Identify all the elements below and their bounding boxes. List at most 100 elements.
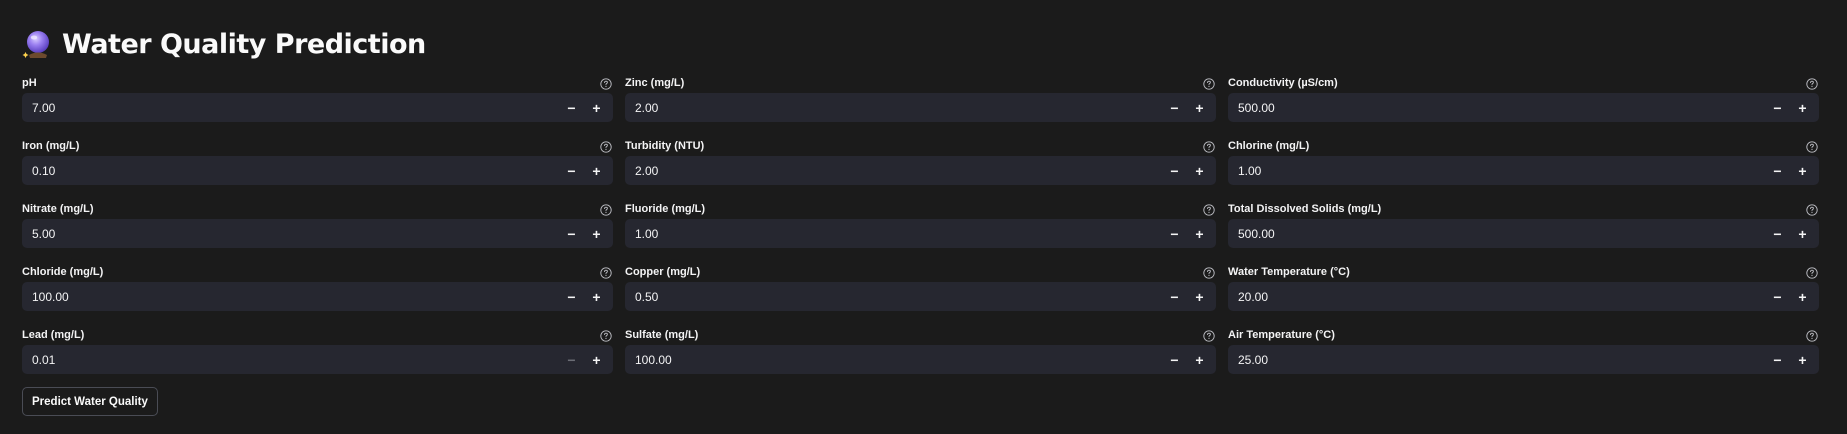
increment-button[interactable]: + [1187, 345, 1212, 374]
field-label: Air Temperature (°C) [1228, 329, 1335, 341]
number-input[interactable]: 2.00 [625, 101, 1162, 115]
question-circle-icon[interactable] [1806, 329, 1818, 342]
field-label-row: Nitrate (mg/L) [22, 198, 613, 220]
number-input-field: Fluoride (mg/L) 1.00− + [625, 198, 1216, 261]
number-input-box: 7.00− + [22, 93, 613, 122]
field-label-row: Total Dissolved Solids (mg/L) [1228, 198, 1819, 220]
app-root: Water Quality Prediction pH 7.00− + Zinc (m… [0, 0, 1847, 434]
decrement-button[interactable]: − [1765, 345, 1790, 374]
number-input-field: Sulfate (mg/L) 100.00− + [625, 324, 1216, 387]
number-input[interactable]: 0.01 [22, 353, 559, 367]
number-input[interactable]: 5.00 [22, 227, 559, 241]
number-input-box: 5.00− + [22, 219, 613, 248]
question-circle-icon[interactable] [600, 140, 612, 153]
decrement-button[interactable]: − [1765, 219, 1790, 248]
increment-button[interactable]: + [584, 345, 609, 374]
field-label-row: Copper (mg/L) [625, 261, 1216, 283]
decrement-button[interactable]: − [1162, 219, 1187, 248]
question-circle-icon[interactable] [1203, 140, 1215, 153]
number-input[interactable]: 0.10 [22, 164, 559, 178]
field-label: Conductivity (µS/cm) [1228, 77, 1338, 89]
field-label-row: Turbidity (NTU) [625, 135, 1216, 157]
field-label-row: Water Temperature (°C) [1228, 261, 1819, 283]
field-label-row: Sulfate (mg/L) [625, 324, 1216, 346]
increment-button[interactable]: + [1790, 93, 1815, 122]
decrement-button[interactable]: − [1162, 345, 1187, 374]
increment-button[interactable]: + [1790, 219, 1815, 248]
increment-button[interactable]: + [1790, 282, 1815, 311]
number-input[interactable]: 100.00 [22, 290, 559, 304]
number-input[interactable]: 25.00 [1228, 353, 1765, 367]
number-input-box: 20.00− + [1228, 282, 1819, 311]
field-label-row: Fluoride (mg/L) [625, 198, 1216, 220]
number-input[interactable]: 0.50 [625, 290, 1162, 304]
question-circle-icon[interactable] [1806, 203, 1818, 216]
decrement-button[interactable]: − [1765, 93, 1790, 122]
decrement-button[interactable]: − [1765, 282, 1790, 311]
question-circle-icon[interactable] [1203, 329, 1215, 342]
number-input-box: 0.10− + [22, 156, 613, 185]
number-input-field: Zinc (mg/L) 2.00− + [625, 72, 1216, 135]
decrement-button[interactable]: − [559, 345, 584, 374]
page-header: Water Quality Prediction [22, 24, 426, 64]
number-input[interactable]: 7.00 [22, 101, 559, 115]
number-input[interactable]: 2.00 [625, 164, 1162, 178]
decrement-button[interactable]: − [559, 219, 584, 248]
increment-button[interactable]: + [584, 282, 609, 311]
decrement-button[interactable]: − [1162, 93, 1187, 122]
number-input-box: 1.00− + [1228, 156, 1819, 185]
decrement-button[interactable]: − [559, 93, 584, 122]
question-circle-icon[interactable] [1203, 266, 1215, 279]
input-grid: pH 7.00− + Zinc (mg/L) 2.00− + Conductivity (µ… [22, 72, 1819, 387]
field-label: Turbidity (NTU) [625, 140, 705, 152]
decrement-button[interactable]: − [1162, 282, 1187, 311]
increment-button[interactable]: + [584, 93, 609, 122]
increment-button[interactable]: + [1790, 156, 1815, 185]
predict-button[interactable]: Predict Water Quality [22, 387, 158, 416]
question-circle-icon[interactable] [600, 203, 612, 216]
field-label: Chlorine (mg/L) [1228, 140, 1310, 152]
number-input-box: 100.00− + [22, 282, 613, 311]
number-input-box: 500.00− + [1228, 219, 1819, 248]
number-input-box: 0.01− + [22, 345, 613, 374]
question-circle-icon[interactable] [600, 266, 612, 279]
field-label: Chloride (mg/L) [22, 266, 104, 278]
increment-button[interactable]: + [1187, 282, 1212, 311]
increment-button[interactable]: + [584, 156, 609, 185]
field-label: Nitrate (mg/L) [22, 203, 94, 215]
field-label: Lead (mg/L) [22, 329, 85, 341]
number-input[interactable]: 20.00 [1228, 290, 1765, 304]
field-label-row: Zinc (mg/L) [625, 72, 1216, 94]
number-input[interactable]: 500.00 [1228, 227, 1765, 241]
number-input[interactable]: 1.00 [625, 227, 1162, 241]
decrement-button[interactable]: − [1162, 156, 1187, 185]
field-label: Total Dissolved Solids (mg/L) [1228, 203, 1382, 215]
decrement-button[interactable]: − [559, 282, 584, 311]
question-circle-icon[interactable] [1806, 266, 1818, 279]
number-input[interactable]: 1.00 [1228, 164, 1765, 178]
question-circle-icon[interactable] [1203, 77, 1215, 90]
number-input[interactable]: 100.00 [625, 353, 1162, 367]
question-circle-icon[interactable] [600, 329, 612, 342]
question-circle-icon[interactable] [1806, 140, 1818, 153]
increment-button[interactable]: + [1790, 345, 1815, 374]
number-input-field: Lead (mg/L) 0.01− + [22, 324, 613, 387]
decrement-button[interactable]: − [559, 156, 584, 185]
number-input-field: Nitrate (mg/L) 5.00− + [22, 198, 613, 261]
increment-button[interactable]: + [584, 219, 609, 248]
increment-button[interactable]: + [1187, 219, 1212, 248]
number-input-box: 2.00− + [625, 156, 1216, 185]
field-label-row: Iron (mg/L) [22, 135, 613, 157]
number-input-box: 1.00− + [625, 219, 1216, 248]
field-label: Water Temperature (°C) [1228, 266, 1350, 278]
field-label-row: Lead (mg/L) [22, 324, 613, 346]
question-circle-icon[interactable] [1203, 203, 1215, 216]
increment-button[interactable]: + [1187, 93, 1212, 122]
question-circle-icon[interactable] [1806, 77, 1818, 90]
field-label-row: pH [22, 72, 613, 94]
number-input-field: Chloride (mg/L) 100.00− + [22, 261, 613, 324]
decrement-button[interactable]: − [1765, 156, 1790, 185]
number-input[interactable]: 500.00 [1228, 101, 1765, 115]
increment-button[interactable]: + [1187, 156, 1212, 185]
question-circle-icon[interactable] [600, 77, 612, 90]
